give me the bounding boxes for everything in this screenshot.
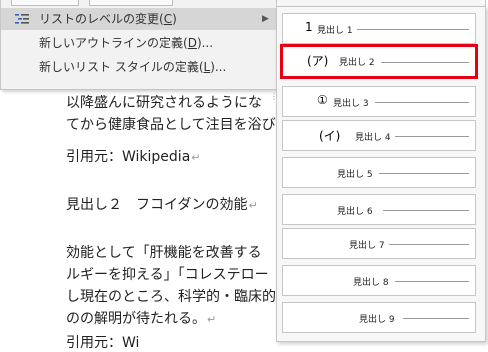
level-number: (ア) <box>307 54 329 68</box>
level-number: (イ) <box>319 129 341 143</box>
level-rule <box>383 210 469 211</box>
level-label: 見出し 9 <box>359 315 395 325</box>
list-level-9[interactable]: 見出し 9 <box>282 302 476 333</box>
menu-item-define-list-style[interactable]: 新しいリスト スタイルの定義(L)... <box>1 56 277 78</box>
menu-item-define-outline[interactable]: 新しいアウトラインの定義(D)... <box>1 32 277 54</box>
menu-tab-edge <box>89 0 173 6</box>
list-indent-icon <box>15 14 29 24</box>
list-level-3[interactable]: ① 見出し 3 <box>282 86 476 117</box>
paragraph-mark: ↵ <box>191 151 201 164</box>
list-level-1[interactable]: 1 見出し 1 <box>282 13 476 44</box>
paragraph-mark: ↵ <box>248 199 258 212</box>
list-level-6[interactable]: 見出し 6 <box>282 194 476 225</box>
level-rule <box>395 136 469 137</box>
document-line: のの解明が待たれる。↵ <box>66 311 217 327</box>
level-rule <box>357 29 469 30</box>
list-level-gallery: 1 見出し 1 (ア) 見出し 2 ① 見出し 3 (イ) 見出し 4 見出し … <box>276 6 486 342</box>
document-line: 引用元：Wikipedia↵ <box>66 149 201 165</box>
level-label: 見出し 6 <box>337 207 373 217</box>
list-level-7[interactable]: 見出し 7 <box>282 228 476 259</box>
list-level-8[interactable]: 見出し 8 <box>282 265 476 296</box>
menu-item-label: リストのレベルの変更(C) <box>39 12 177 26</box>
document-line: 効能として「肝機能を改善する <box>66 245 262 261</box>
document-line: 以降盛んに研究されるようにな <box>66 95 262 111</box>
level-rule <box>381 62 469 63</box>
level-rule <box>389 244 469 245</box>
level-label: 見出し 3 <box>333 99 369 109</box>
document-line: 引用元：Wi <box>66 335 140 351</box>
list-level-5[interactable]: 見出し 5 <box>282 157 476 188</box>
document-heading: 見出し２ フコイダンの効能↵ <box>66 197 258 213</box>
level-label: 見出し 5 <box>337 170 373 180</box>
level-number: 1 <box>305 20 313 34</box>
paragraph-mark: ↵ <box>207 313 217 326</box>
menu-tab-edge <box>11 0 79 6</box>
level-label: 見出し 4 <box>355 133 391 143</box>
document-line: てから健康食品として注目を浴び <box>66 117 276 133</box>
level-label: 見出し 7 <box>349 241 385 251</box>
menu-item-change-list-level[interactable]: リストのレベルの変更(C) ▶ <box>1 8 277 30</box>
document-line: ルギーを抑える」「コレステロー <box>66 267 269 283</box>
document-line: し現在のところ、科学的・臨床的 <box>66 289 276 305</box>
menu-item-label: 新しいアウトラインの定義(D)... <box>39 36 214 50</box>
list-level-4[interactable]: (イ) 見出し 4 <box>282 120 476 151</box>
context-menu: リストのレベルの変更(C) ▶ 新しいアウトラインの定義(D)... 新しいリス… <box>0 0 278 90</box>
level-rule <box>375 102 469 103</box>
list-level-2[interactable]: (ア) 見出し 2 <box>280 44 478 79</box>
level-label: 見出し 8 <box>353 278 389 288</box>
level-rule <box>379 173 469 174</box>
level-number: ① <box>317 93 328 107</box>
level-label: 見出し 2 <box>339 58 375 68</box>
level-rule <box>395 281 469 282</box>
level-rule <box>403 318 469 319</box>
menu-item-label: 新しいリスト スタイルの定義(L)... <box>39 60 227 74</box>
submenu-arrow-icon: ▶ <box>262 14 269 24</box>
level-label: 見出し 1 <box>317 26 353 36</box>
